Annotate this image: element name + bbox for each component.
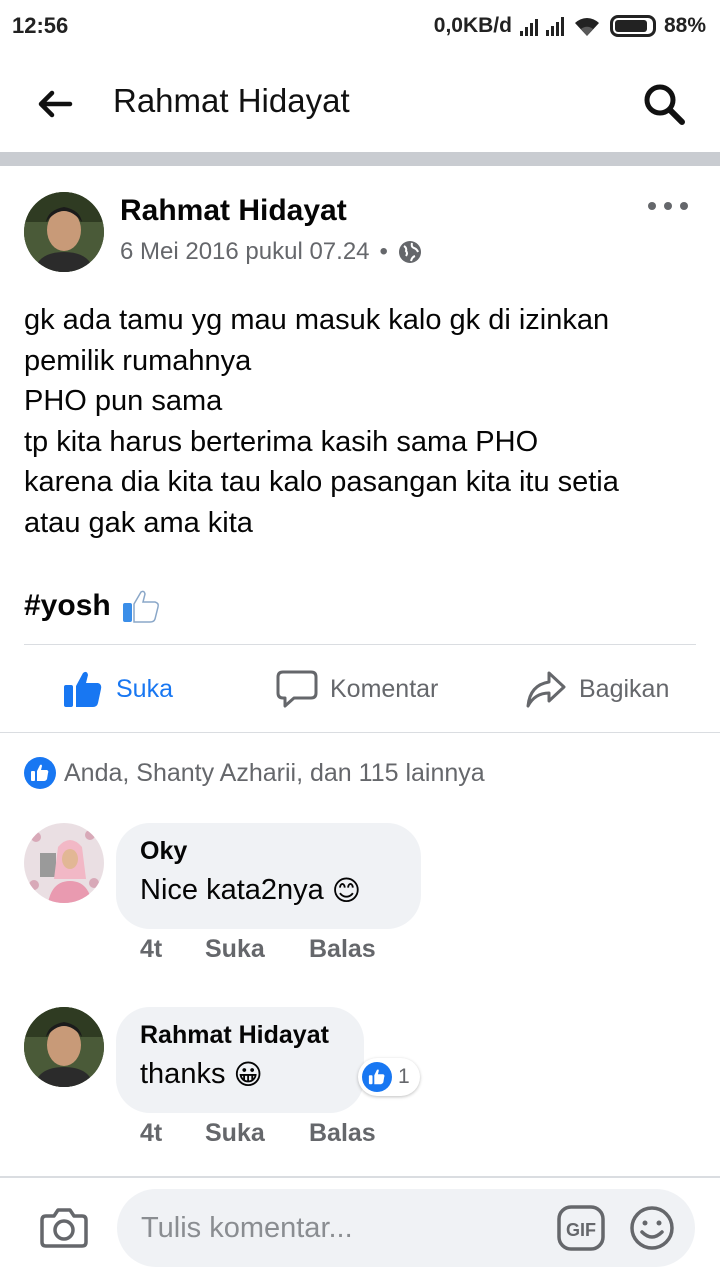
battery-percent: 88% <box>663 14 706 37</box>
status-time: 12:56 <box>12 13 69 38</box>
comment-label: Komentar <box>330 674 439 703</box>
comment-text: thanks <box>140 1058 226 1090</box>
gif-label: GIF <box>566 1220 596 1240</box>
avatar[interactable] <box>24 823 104 903</box>
avatar[interactable] <box>24 1007 104 1087</box>
comment-text: Nice kata2nya <box>140 874 324 906</box>
arrow-left-icon[interactable] <box>32 82 76 126</box>
profile-photo <box>24 823 104 903</box>
like-reaction-icon <box>362 1062 392 1092</box>
profile-photo <box>24 192 104 272</box>
signal-icon <box>519 16 538 36</box>
like-reaction-icon <box>24 757 56 789</box>
comment-bubble: Oky Nice kata2nya 😊 <box>116 823 421 929</box>
post-actions: Suka Komentar Bagikan <box>0 646 720 732</box>
like-label: Suka <box>116 674 173 703</box>
comment-like-button[interactable]: Suka <box>205 1119 309 1148</box>
signal-icon-2 <box>545 16 564 36</box>
more-options-icon[interactable] <box>648 198 688 214</box>
comment-bubble-icon <box>276 670 318 708</box>
hashtag-link[interactable]: #yosh <box>24 589 111 623</box>
thumbs-up-emoji-icon <box>122 590 159 623</box>
comment-actions: 4t Suka Balas <box>140 1119 376 1148</box>
avatar[interactable] <box>24 192 104 272</box>
divider <box>0 732 720 733</box>
page-title: Rahmat Hidayat <box>113 82 350 119</box>
reactions-summary[interactable]: Anda, Shanty Azharii, dan 115 lainnya <box>24 757 485 789</box>
share-label: Bagikan <box>579 674 670 703</box>
camera-icon[interactable] <box>40 1204 88 1250</box>
comment-author[interactable]: Oky <box>140 837 397 866</box>
comment-reply-button[interactable]: Balas <box>309 935 376 964</box>
app-bar: Rahmat Hidayat <box>0 52 720 152</box>
comment-time: 4t <box>140 935 163 963</box>
post-text: gk ada tamu yg mau masuk kalo gk di izin… <box>24 300 696 543</box>
post-body-text: gk ada tamu yg mau masuk kalo gk di izin… <box>24 304 619 539</box>
comment-input[interactable] <box>141 1207 541 1249</box>
comment-author[interactable]: Rahmat Hidayat <box>140 1021 340 1050</box>
like-button[interactable]: Suka <box>62 666 173 712</box>
comment-reaction-count[interactable]: 1 <box>358 1058 420 1096</box>
status-icons: 0,0KB/d 88% <box>434 14 706 38</box>
comment-bubble: Rahmat Hidayat thanks 😀 <box>116 1007 364 1113</box>
emoji-icon[interactable] <box>629 1205 675 1251</box>
network-speed: 0,0KB/d <box>433 14 512 37</box>
gif-icon[interactable]: GIF <box>557 1205 605 1251</box>
globe-icon <box>398 241 421 263</box>
comment-input-container: GIF <box>117 1189 695 1267</box>
meta-separator: • <box>379 238 388 265</box>
divider <box>24 644 696 645</box>
reaction-count-value: 1 <box>398 1065 410 1088</box>
share-arrow-icon <box>526 671 566 708</box>
grinning-emoji-icon: 😀 <box>233 1059 263 1090</box>
comment-composer: GIF <box>0 1178 720 1280</box>
smiling-emoji-icon: 😊 <box>331 875 361 906</box>
comment-text-row: Nice kata2nya 😊 <box>140 874 397 907</box>
reactions-text: Anda, Shanty Azharii, dan 115 lainnya <box>64 758 485 787</box>
post-header: Rahmat Hidayat 6 Mei 2016 pukul 07.24 • <box>0 166 720 276</box>
search-icon[interactable] <box>640 80 688 128</box>
hashtag-line: #yosh <box>24 588 161 624</box>
wifi-icon <box>574 18 599 36</box>
comment-like-button[interactable]: Suka <box>205 935 309 964</box>
share-button[interactable]: Bagikan <box>525 666 669 712</box>
comment-actions: 4t Suka Balas <box>140 935 376 964</box>
profile-photo <box>24 1007 104 1087</box>
comment-text-row: thanks 😀 <box>140 1058 340 1091</box>
thumbs-up-icon <box>64 671 102 707</box>
post-meta: 6 Mei 2016 pukul 07.24 • <box>120 238 422 266</box>
status-bar: 12:56 0,0KB/d 88% <box>0 0 720 52</box>
comment-reply-button[interactable]: Balas <box>309 1119 376 1148</box>
comment-time: 4t <box>140 1119 163 1147</box>
post-author[interactable]: Rahmat Hidayat <box>120 194 347 228</box>
section-divider <box>0 152 720 166</box>
post-timestamp[interactable]: 6 Mei 2016 pukul 07.24 <box>120 238 370 266</box>
battery-icon <box>609 15 656 37</box>
